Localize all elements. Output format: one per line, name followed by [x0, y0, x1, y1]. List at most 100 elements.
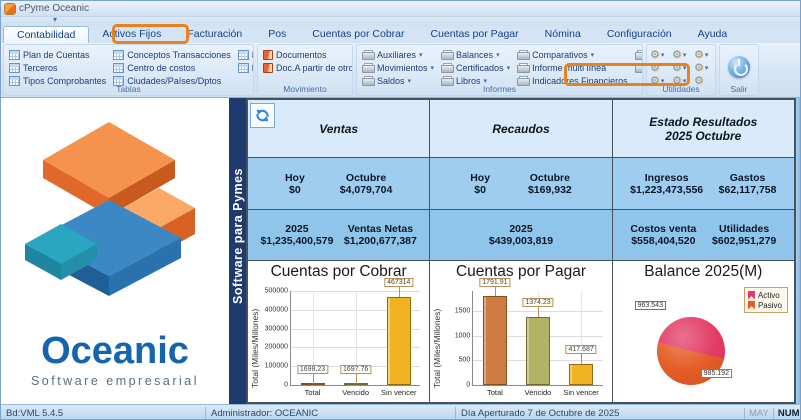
indicator-may: MAY: [744, 407, 773, 419]
legend-item-activo: Activo: [747, 290, 782, 300]
utility-tool-button[interactable]: ⚙: [650, 61, 671, 74]
ribbon-group-utilidades: ⚙ ⚙ ⚙ ⚙ ⚙ ⚙ ⚙ ⚙ ⚙ Utilidades: [646, 44, 716, 96]
chevron-down-icon: [661, 51, 665, 59]
ribbon-group-label: Tablas: [116, 84, 141, 94]
legend-label: Pasivo: [757, 300, 782, 310]
titlebar: cPyme Oceanic: [1, 1, 800, 17]
tab-facturacion[interactable]: Facturación: [174, 26, 255, 43]
table-icon: [237, 49, 249, 60]
power-icon[interactable]: [728, 56, 750, 78]
ventas-row-hoy-mes: Hoy $0 Octubre $4,079,704: [248, 158, 430, 209]
ribbon-item-consultas-sql[interactable]: Consultas SQL: [633, 61, 642, 74]
ribbon-tab-bar: Contabilidad Activos Fijos Facturación P…: [1, 26, 800, 43]
tab-activos-fijos[interactable]: Activos Fijos: [89, 26, 174, 43]
ribbon-item-auditorias[interactable]: Auditorías: [633, 48, 642, 61]
tab-cuentas-por-pagar[interactable]: Cuentas por Pagar: [418, 26, 532, 43]
window-title: cPyme Oceanic: [19, 3, 90, 14]
ribbon-item-documentos[interactable]: Documentos: [261, 48, 349, 61]
chevron-down-icon: [683, 51, 687, 59]
printer-icon: [517, 49, 531, 60]
printer-icon: [362, 49, 375, 60]
printer-icon: [517, 62, 531, 73]
legend-marker-icon: [747, 300, 755, 310]
ribbon-item-label: Plan de Cuentas: [23, 49, 90, 60]
panel-title-line2: 2025 Octubre: [665, 128, 742, 143]
ribbon-item-certificados[interactable]: Certificados: [439, 61, 512, 74]
refresh-icon: [256, 109, 269, 122]
ribbon-item-label: Terceros: [23, 62, 58, 73]
y-axis-label: Total (Miles/Millones): [250, 308, 260, 388]
chevron-down-icon: [705, 51, 709, 59]
stat-ventas-mes: Octubre $4,079,704: [339, 171, 393, 196]
ribbon-item-label: Centro de costos: [127, 62, 196, 73]
ribbon-item-balances[interactable]: Balances: [439, 48, 512, 61]
tab-ayuda[interactable]: Ayuda: [685, 26, 741, 43]
utility-tool-button[interactable]: ⚙: [694, 61, 715, 74]
ribbon-item-auxiliares[interactable]: Auxiliares: [360, 48, 436, 61]
legend-marker-icon: [747, 290, 755, 300]
stat-gastos: Gastos $62,117,758: [718, 171, 777, 196]
stat-ingresos: Ingresos $1,223,473,556: [630, 171, 704, 196]
ribbon-item-label: Comparativos: [532, 49, 588, 60]
tab-nomina[interactable]: Nómina: [532, 26, 594, 43]
chevron-down-icon: [507, 64, 511, 72]
tools-icon: ⚙: [672, 48, 682, 61]
panel-header-ventas: Ventas: [248, 100, 430, 157]
utility-tool-button[interactable]: ⚙: [650, 48, 671, 61]
status-bar: Bd:VML 5.4.5 Administrador: OCEANIC Día …: [1, 404, 800, 420]
ribbon-group-label: Informes: [482, 84, 517, 94]
refresh-button[interactable]: [250, 103, 275, 128]
ribbon-group-label: Utilidades: [662, 84, 700, 94]
table-icon: [9, 49, 20, 60]
status-admin: Administrador: OCEANIC: [206, 406, 456, 419]
chevron-down-icon: [496, 51, 500, 59]
ribbon-group-informes: Auxiliares Movimientos Saldos Balances C…: [356, 44, 643, 96]
tab-cuentas-por-cobrar[interactable]: Cuentas por Cobrar: [299, 26, 417, 43]
chart-cuentas-por-pagar: Cuentas por Pagar Total (Miles/Millones)…: [430, 261, 612, 402]
ribbon-item-label: Conceptos Transacciones: [127, 49, 231, 60]
y-axis-label: Total (Miles/Millones): [432, 308, 443, 388]
stat-recaudos-hoy: Hoy $0: [470, 171, 491, 196]
tab-contabilidad[interactable]: Contabilidad: [3, 26, 90, 43]
panel-title: Estado Resultados: [649, 114, 758, 129]
indicator-num: NUM: [772, 407, 800, 419]
ribbon-item-conceptos-transacciones[interactable]: Conceptos Transacciones: [111, 48, 233, 61]
ribbon-item-label: Movimientos: [377, 62, 428, 73]
utility-tool-button[interactable]: ⚙: [672, 61, 693, 74]
document-icon: [263, 49, 273, 60]
ribbon-item-label: Informe multi línea: [532, 62, 607, 73]
utility-tool-button[interactable]: ⚙: [672, 48, 693, 61]
ribbon-item-plan-de-cuentas[interactable]: Plan de Cuentas: [7, 48, 108, 61]
ribbon-item-label: Certificados: [456, 62, 504, 73]
tools-icon: ⚙: [650, 61, 660, 74]
tab-pos[interactable]: Pos: [255, 26, 299, 43]
stat-ventas-anio: 2025 $1,235,400,579: [260, 223, 334, 247]
quick-access-toolbar: [1, 15, 800, 26]
tab-configuracion[interactable]: Configuración: [594, 26, 685, 43]
estado-row-costos-utilidades: Costos venta $558,404,520 Utilidades $602,…: [612, 210, 794, 260]
ribbon-item-terceros[interactable]: Terceros: [7, 61, 108, 74]
status-indicators: MAY NUM DESP: [744, 407, 800, 420]
ribbon-group-tablas: Plan de Cuentas Terceros Tipos Comproban…: [3, 44, 254, 96]
qat-customize-icon[interactable]: [53, 15, 57, 24]
ribbon-item-doc-a-partir-de-otro[interactable]: Doc.A partir de otro: [261, 61, 352, 74]
ribbon-group-movimiento: Documentos Doc.A partir de otro Movimien…: [257, 44, 353, 96]
document-icon: [263, 62, 273, 73]
ribbon-item-bancos-y-cajas[interactable]: Bancos y Cajas: [236, 48, 253, 61]
printer-icon: [634, 62, 642, 73]
window-frame-edge: [796, 98, 800, 404]
dashboard: Ventas Recaudos Estado Resultados 2025 O…: [246, 98, 796, 404]
chart-cuentas-por-cobrar: Cuentas por Cobrar Total (Miles/Millones…: [248, 261, 430, 402]
ribbon-item-movimientos[interactable]: Movimientos: [360, 61, 436, 74]
pie-legend: Activo Pasivo: [743, 287, 788, 313]
pie-value-label-pasivo: 985.192: [700, 369, 732, 378]
stat-utilidades: Utilidades $602,951,279: [712, 223, 777, 247]
ribbon-item-centro-de-costos[interactable]: Centro de costos: [111, 61, 233, 74]
stat-recaudos-anio: 2025 $439,003,819: [488, 223, 554, 247]
ventas-row-anio-netas: 2025 $1,235,400,579 Ventas Netas $1,200,67…: [248, 210, 430, 260]
ribbon-item-comparativos[interactable]: Comparativos: [515, 48, 630, 61]
utility-tool-button[interactable]: ⚙: [694, 48, 715, 61]
bar-plot-area: 0 500 1000 1500 Total 1791.91 Vencido 1374.23 Si…: [455, 278, 603, 397]
ribbon-item-registro-de-control[interactable]: Registro de control: [236, 61, 253, 74]
ribbon-item-informe-multi-linea[interactable]: Informe multi línea: [515, 61, 630, 74]
